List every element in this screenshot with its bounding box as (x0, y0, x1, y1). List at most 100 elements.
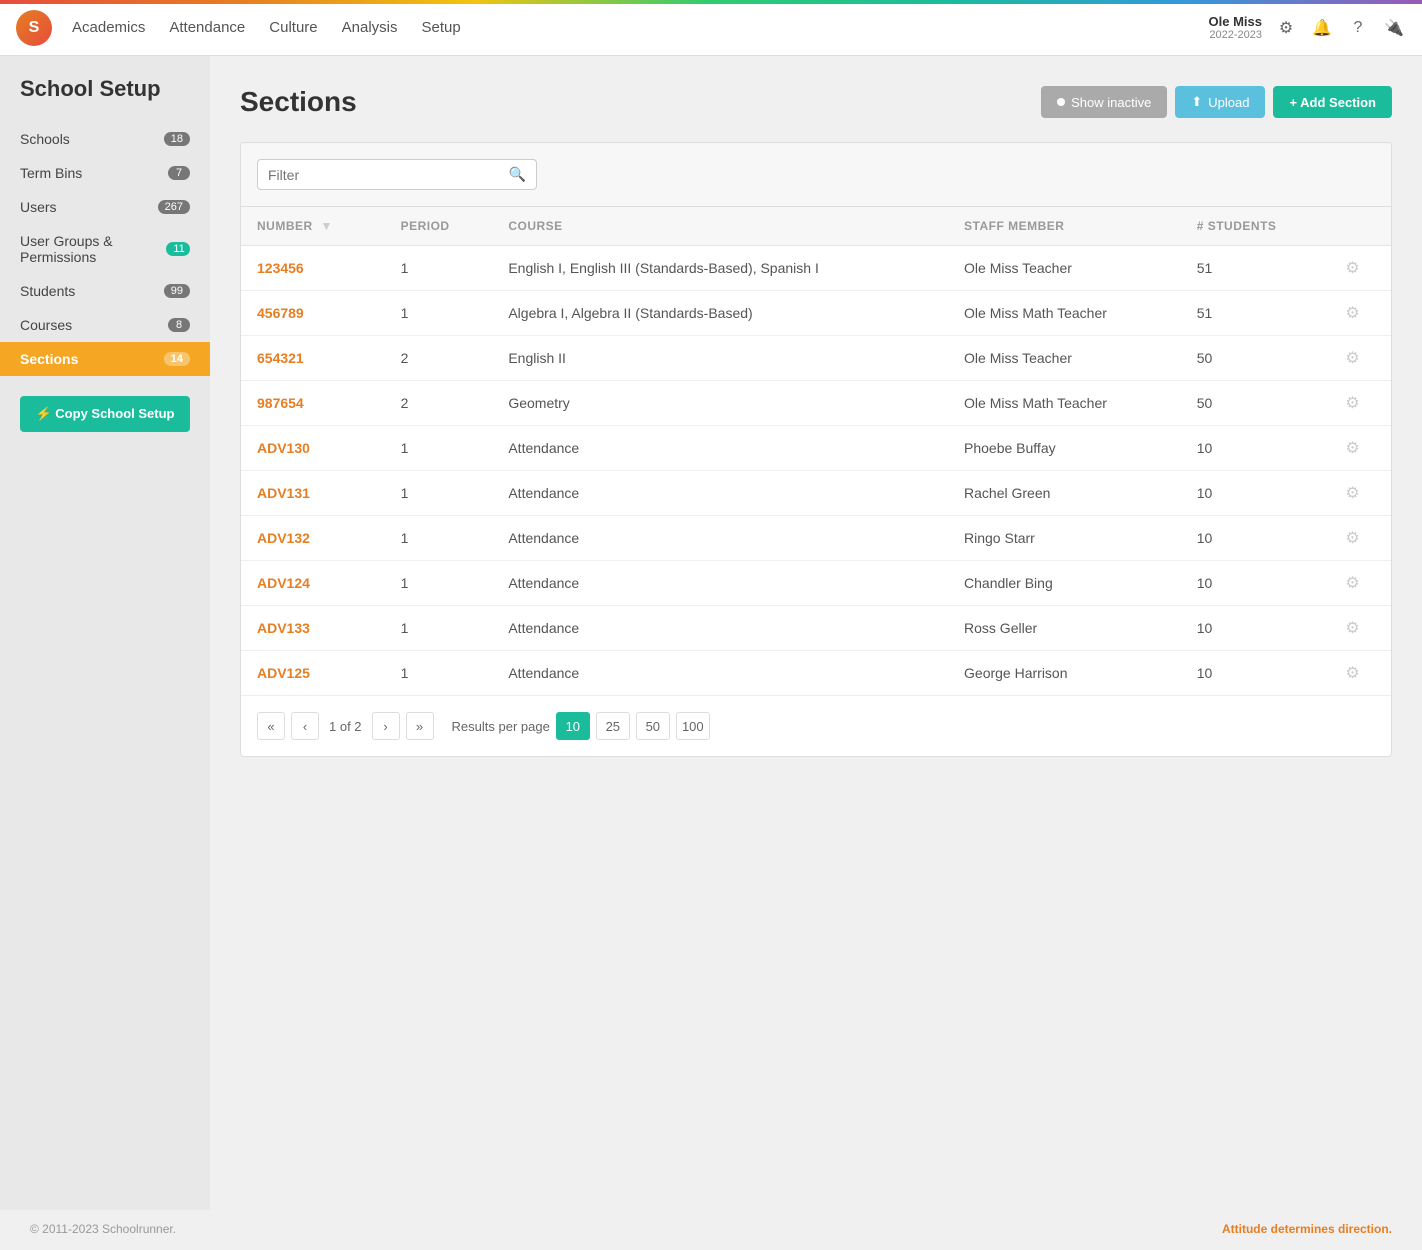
tagline: Attitude determines direction. (1222, 1222, 1392, 1236)
filter-input-wrap: 🔍 (257, 159, 537, 190)
row-gear-icon-6[interactable]: ⚙ (1345, 530, 1359, 547)
cell-course-3: Geometry (492, 381, 948, 426)
nav-culture[interactable]: Culture (269, 15, 317, 40)
per-page-25[interactable]: 25 (596, 712, 630, 740)
copy-school-setup-button[interactable]: ⚡ Copy School Setup (20, 396, 190, 432)
cell-gear-5: ⚙ (1329, 471, 1391, 516)
user-year: 2022-2023 (1209, 29, 1262, 41)
cell-staff-6: Ringo Starr (948, 516, 1181, 561)
cell-course-8: Attendance (492, 606, 948, 651)
col-number[interactable]: NUMBER ▼ (241, 207, 385, 246)
per-page-100[interactable]: 100 (676, 712, 710, 740)
header-actions: Show inactive ⬆ Upload + Add Section (1041, 86, 1392, 118)
sidebar-item-courses[interactable]: Courses 8 (0, 308, 210, 342)
sidebar-label-students: Students (20, 283, 75, 299)
section-link-9[interactable]: ADV125 (257, 665, 310, 681)
results-per-page-label: Results per page (452, 719, 550, 734)
per-page-50[interactable]: 50 (636, 712, 670, 740)
row-gear-icon-7[interactable]: ⚙ (1345, 575, 1359, 592)
cell-number-1: 456789 (241, 291, 385, 336)
section-link-2[interactable]: 654321 (257, 350, 304, 366)
table-row: 654321 2 English II Ole Miss Teacher 50 … (241, 336, 1391, 381)
footer: © 2011-2023 Schoolrunner. Attitude deter… (0, 1210, 1422, 1248)
nav-attendance[interactable]: Attendance (169, 15, 245, 40)
prev-page-button[interactable]: ‹ (291, 712, 319, 740)
help-icon[interactable]: ? (1346, 16, 1370, 40)
section-link-4[interactable]: ADV130 (257, 440, 310, 456)
row-gear-icon-5[interactable]: ⚙ (1345, 485, 1359, 502)
row-gear-icon-4[interactable]: ⚙ (1345, 440, 1359, 457)
cell-staff-1: Ole Miss Math Teacher (948, 291, 1181, 336)
bell-icon[interactable]: 🔔 (1310, 16, 1334, 40)
add-section-button[interactable]: + Add Section (1273, 86, 1392, 118)
sidebar-item-students[interactable]: Students 99 (0, 274, 210, 308)
cell-gear-2: ⚙ (1329, 336, 1391, 381)
row-gear-icon-3[interactable]: ⚙ (1345, 395, 1359, 412)
cell-students-2: 50 (1181, 336, 1330, 381)
cell-course-6: Attendance (492, 516, 948, 561)
cell-students-1: 51 (1181, 291, 1330, 336)
cell-gear-4: ⚙ (1329, 426, 1391, 471)
row-gear-icon-1[interactable]: ⚙ (1345, 305, 1359, 322)
sidebar-label-users: Users (20, 199, 57, 215)
cell-students-3: 50 (1181, 381, 1330, 426)
cell-course-1: Algebra I, Algebra II (Standards-Based) (492, 291, 948, 336)
section-link-7[interactable]: ADV124 (257, 575, 310, 591)
section-link-8[interactable]: ADV133 (257, 620, 310, 636)
page-info: 1 of 2 (329, 719, 362, 734)
sidebar-item-users[interactable]: Users 267 (0, 190, 210, 224)
sections-table: NUMBER ▼ PERIOD COURSE STAFF MEMBER # ST… (241, 207, 1391, 695)
section-link-3[interactable]: 987654 (257, 395, 304, 411)
nav-academics[interactable]: Academics (72, 15, 145, 40)
section-link-1[interactable]: 456789 (257, 305, 304, 321)
cell-students-5: 10 (1181, 471, 1330, 516)
upload-button[interactable]: ⬆ Upload (1175, 86, 1265, 118)
section-link-6[interactable]: ADV132 (257, 530, 310, 546)
cell-staff-2: Ole Miss Teacher (948, 336, 1181, 381)
sidebar-badge-users: 267 (158, 200, 190, 214)
cell-period-0: 1 (385, 246, 493, 291)
next-page-button[interactable]: › (372, 712, 400, 740)
sidebar-item-schools[interactable]: Schools 18 (0, 122, 210, 156)
sidebar-item-term-bins[interactable]: Term Bins 7 (0, 156, 210, 190)
cell-number-4: ADV130 (241, 426, 385, 471)
gear-icon[interactable]: ⚙ (1274, 16, 1298, 40)
power-icon[interactable]: 🔌 (1382, 16, 1406, 40)
sidebar-label-sections: Sections (20, 351, 78, 367)
user-info: Ole Miss 2022-2023 (1209, 14, 1262, 41)
cell-staff-7: Chandler Bing (948, 561, 1181, 606)
cell-course-2: English II (492, 336, 948, 381)
table-row: ADV132 1 Attendance Ringo Starr 10 ⚙ (241, 516, 1391, 561)
nav-setup[interactable]: Setup (421, 15, 460, 40)
cell-number-7: ADV124 (241, 561, 385, 606)
main-content: Sections Show inactive ⬆ Upload + Add Se… (210, 56, 1422, 1210)
first-page-button[interactable]: « (257, 712, 285, 740)
sidebar-badge-term-bins: 7 (168, 166, 190, 180)
show-inactive-button[interactable]: Show inactive (1041, 86, 1167, 118)
filter-input[interactable] (268, 167, 509, 183)
row-gear-icon-9[interactable]: ⚙ (1345, 665, 1359, 682)
show-inactive-dot (1057, 98, 1065, 106)
row-gear-icon-0[interactable]: ⚙ (1345, 260, 1359, 277)
nav-analysis[interactable]: Analysis (342, 15, 398, 40)
row-gear-icon-2[interactable]: ⚙ (1345, 350, 1359, 367)
sidebar-item-sections[interactable]: Sections 14 (0, 342, 210, 376)
page-title: Sections (240, 86, 357, 118)
sidebar-label-schools: Schools (20, 131, 70, 147)
cell-period-3: 2 (385, 381, 493, 426)
table-row: ADV133 1 Attendance Ross Geller 10 ⚙ (241, 606, 1391, 651)
col-period: PERIOD (385, 207, 493, 246)
sidebar-badge-sections: 14 (164, 352, 190, 366)
sidebar-badge-students: 99 (164, 284, 190, 298)
per-page-10[interactable]: 10 (556, 712, 590, 740)
cell-gear-6: ⚙ (1329, 516, 1391, 561)
section-link-0[interactable]: 123456 (257, 260, 304, 276)
upload-icon: ⬆ (1191, 94, 1202, 110)
sidebar-item-user-groups[interactable]: User Groups & Permissions 11 (0, 224, 210, 274)
row-gear-icon-8[interactable]: ⚙ (1345, 620, 1359, 637)
sidebar-badge-schools: 18 (164, 132, 190, 146)
logo[interactable]: S (16, 10, 52, 46)
last-page-button[interactable]: » (406, 712, 434, 740)
section-link-5[interactable]: ADV131 (257, 485, 310, 501)
upload-label: Upload (1208, 95, 1249, 110)
